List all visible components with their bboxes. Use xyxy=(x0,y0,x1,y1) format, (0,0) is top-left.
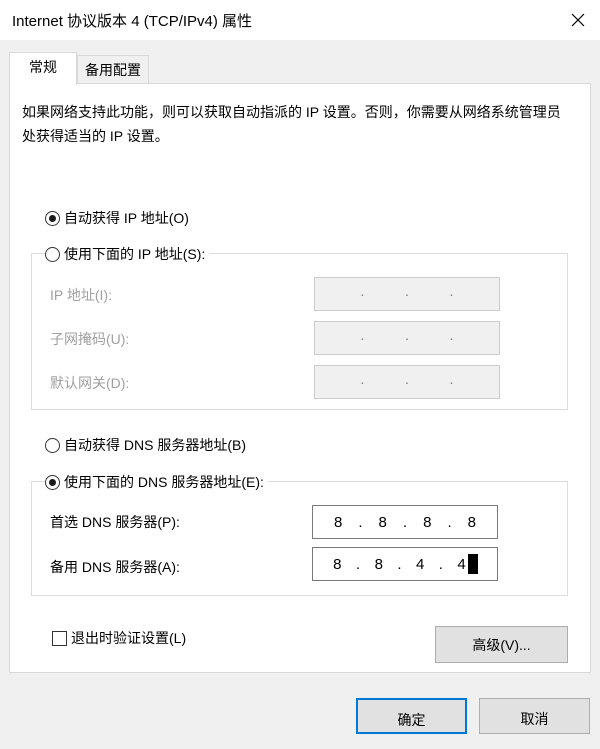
preferred-dns-label: 首选 DNS 服务器(P): xyxy=(50,514,180,530)
ip-dot: . xyxy=(397,555,402,573)
ip-dot: . xyxy=(447,513,452,531)
ip-address-label: IP 地址(I): xyxy=(50,287,112,303)
ip-dot: · xyxy=(359,285,365,303)
ip-octet: 8 xyxy=(374,555,383,573)
ip-octet: 8 xyxy=(467,513,476,531)
tab-alternate-config[interactable]: 备用配置 xyxy=(77,55,149,85)
ip-octet: 4 xyxy=(415,555,425,573)
ok-button[interactable]: 确定 xyxy=(356,698,467,734)
alternate-dns-input[interactable]: 8. 8. 4. 4 xyxy=(312,547,498,581)
ip-octet: 8 xyxy=(333,513,343,531)
radio-auto-ip[interactable]: 自动获得 IP 地址(O) xyxy=(45,208,189,228)
tab-general[interactable]: 常规 xyxy=(9,52,77,85)
checkbox-indicator xyxy=(52,630,67,646)
radio-manual-ip-label: 使用下面的 IP 地址(S): xyxy=(64,246,206,262)
validate-on-exit-label: 退出时验证设置(L) xyxy=(71,630,187,646)
default-gateway-label: 默认网关(D): xyxy=(50,375,130,391)
close-icon xyxy=(571,13,585,27)
ip-dot: · xyxy=(449,373,455,391)
ip-octet: 8 xyxy=(378,513,387,531)
ip-octet-with-cursor: 4 xyxy=(457,554,478,574)
tab-general-label: 常规 xyxy=(29,59,57,75)
radio-manual-dns[interactable]: 使用下面的 DNS 服务器地址(E): xyxy=(45,472,268,492)
radio-manual-ip[interactable]: 使用下面的 IP 地址(S): xyxy=(45,244,210,264)
ip-dot: . xyxy=(438,555,443,573)
radio-auto-dns[interactable]: 自动获得 DNS 服务器地址(B) xyxy=(45,435,246,455)
radio-auto-dns-label: 自动获得 DNS 服务器地址(B) xyxy=(64,437,246,453)
text-cursor xyxy=(467,554,478,574)
validate-on-exit-checkbox[interactable]: 退出时验证设置(L) xyxy=(52,628,186,648)
title-bar: Internet 协议版本 4 (TCP/IPv4) 属性 xyxy=(0,0,600,40)
ip-dot: · xyxy=(359,373,365,391)
ip-octet: 4 xyxy=(457,555,466,573)
ip-octet: 8 xyxy=(423,513,432,531)
ip-dot: . xyxy=(402,513,408,531)
default-gateway-input: · · · xyxy=(314,365,500,399)
radio-auto-ip-label: 自动获得 IP 地址(O) xyxy=(64,210,189,226)
close-button[interactable] xyxy=(556,0,600,40)
tab-alternate-config-label: 备用配置 xyxy=(85,62,141,78)
preferred-dns-input[interactable]: 8. 8. 8. 8 xyxy=(312,505,498,539)
ip-dot: · xyxy=(404,373,410,391)
ip-dot: . xyxy=(355,555,361,573)
ip-dot: · xyxy=(404,285,410,303)
ip-dot: · xyxy=(404,329,410,347)
ip-dot: · xyxy=(359,329,365,347)
advanced-button-label: 高级(V)... xyxy=(472,636,531,653)
advanced-button[interactable]: 高级(V)... xyxy=(435,626,568,663)
radio-auto-dns-indicator xyxy=(45,437,60,453)
radio-manual-dns-indicator xyxy=(45,474,60,490)
subnet-mask-label: 子网掩码(U): xyxy=(50,331,130,347)
alternate-dns-label: 备用 DNS 服务器(A): xyxy=(50,559,180,575)
cancel-button[interactable]: 取消 xyxy=(479,698,590,734)
cancel-button-label: 取消 xyxy=(520,711,549,727)
radio-manual-dns-label: 使用下面的 DNS 服务器地址(E): xyxy=(64,474,264,490)
ip-dot: · xyxy=(449,329,455,347)
window-title: Internet 协议版本 4 (TCP/IPv4) 属性 xyxy=(12,13,253,30)
subnet-mask-input: · · · xyxy=(314,321,500,355)
description-text: 如果网络支持此功能，则可以获取自动指派的 IP 设置。否则，你需要从网络系统管理… xyxy=(22,104,561,144)
ip-octet: 8 xyxy=(333,555,342,573)
ok-button-label: 确定 xyxy=(397,712,426,728)
radio-auto-ip-indicator xyxy=(45,210,60,226)
ip-dot: · xyxy=(449,285,455,303)
radio-manual-ip-indicator xyxy=(45,246,60,262)
ip-dot: . xyxy=(358,513,363,531)
ip-address-input: · · · xyxy=(314,277,500,311)
